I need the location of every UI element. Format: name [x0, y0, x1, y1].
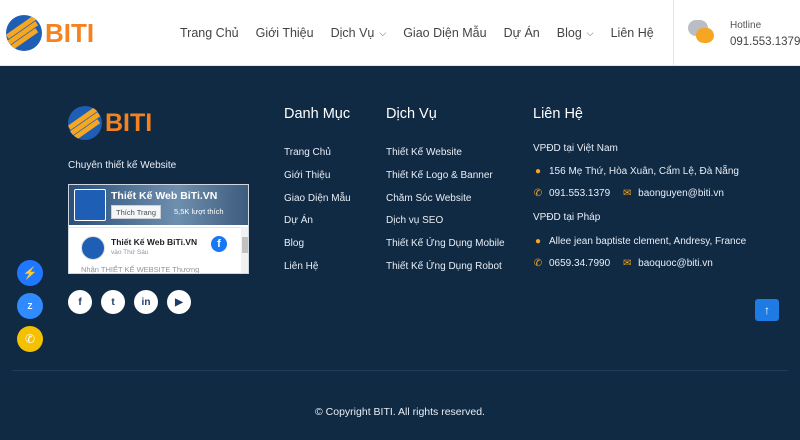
footer-tagline: Chuyên thiết kế Website [68, 160, 177, 171]
fb-post[interactable]: Thiết Kế Web BiTi.VN vào Thứ Sáu f Nhận … [69, 227, 241, 274]
chat-bubble-icon [688, 20, 716, 46]
logo-text: BITI [45, 17, 95, 48]
site-header: BITI Trang Chủ Giới Thiệu Dịch Vụ ⌵ Giao Diệ… [0, 0, 800, 66]
fb-like-page-button[interactable]: Thích Trang [111, 205, 162, 219]
danh-muc-title: Danh Mục [284, 106, 351, 122]
map-pin-icon: ● [534, 236, 542, 247]
fb-post-time: vào Thứ Sáu [111, 249, 149, 256]
fr-contact: ✆ 0659.34.7990 ✉ baoquoc@biti.vn [533, 258, 713, 269]
fr-address-text: Allee jean baptiste clement, Andresy, Fr… [549, 236, 747, 247]
facebook-page-widget[interactable]: Thiết Kế Web BiTi.VN Thích Trang 5,5K lư… [68, 184, 249, 274]
fr-office-heading: VPĐD tại Pháp [533, 212, 601, 223]
nav-item-2[interactable]: Dịch Vụ ⌵ [331, 26, 387, 40]
nav-item-4[interactable]: Dự Án [504, 26, 540, 40]
hotline-divider [673, 0, 674, 66]
phone-icon: ✆ [533, 258, 543, 269]
facebook-icon: f [211, 236, 227, 252]
fr-address: ● Allee jean baptiste clement, Andresy, … [533, 236, 746, 247]
fb-page-name[interactable]: Thiết Kế Web BiTi.VN [111, 190, 217, 202]
linkedin-icon[interactable]: in [134, 290, 158, 314]
dich-vu-link[interactable]: Thiết Kế Logo & Banner [386, 169, 505, 192]
footer-divider [12, 370, 788, 371]
danh-muc-link[interactable]: Liên Hệ [284, 260, 351, 283]
fb-cover-image: Thiết Kế Web BiTi.VN Thích Trang 5,5K lư… [69, 185, 248, 225]
messenger-float-button[interactable]: ⚡ [17, 260, 43, 286]
phone-icon: ✆ [533, 188, 543, 199]
mail-icon: ✉ [622, 258, 632, 269]
social-links: f t in ▶ [68, 290, 200, 314]
vn-office-heading: VPĐD tại Việt Nam [533, 143, 618, 154]
footer-logo[interactable]: BITI [68, 106, 152, 140]
messenger-icon: ⚡ [22, 266, 38, 280]
fb-like-count: 5,5K lượt thích [174, 207, 224, 216]
nav-item-0[interactable]: Trang Chủ [180, 26, 239, 40]
dich-vu-link[interactable]: Thiết Kế Website [386, 146, 505, 169]
nav-item-label: Dịch Vụ [330, 26, 375, 40]
nav-item-label: Trang Chủ [180, 26, 239, 40]
header-logo[interactable]: BITI [6, 13, 106, 53]
site-footer: BITI Chuyên thiết kế Website Thiết Kế We… [0, 66, 800, 440]
fb-page-avatar[interactable] [74, 189, 106, 221]
main-nav: Trang Chủ Giới Thiệu Dịch Vụ ⌵ Giao Diện Mẫu… [180, 0, 671, 66]
nav-item-5[interactable]: Blog ⌵ [557, 26, 594, 40]
danh-muc-link[interactable]: Giao Diện Mẫu [284, 192, 351, 215]
nav-item-1[interactable]: Giới Thiệu [256, 26, 314, 40]
nav-item-label: Giới Thiệu [255, 26, 314, 40]
copyright: © Copyright BITI. All rights reserved. [315, 406, 485, 418]
dich-vu-list: Thiết Kế Website Thiết Kế Logo & Banner Ch… [386, 146, 505, 283]
youtube-icon[interactable]: ▶ [167, 290, 191, 314]
scroll-to-top-button[interactable]: ↑ [755, 299, 779, 321]
zalo-icon: Z [27, 301, 33, 311]
vn-address: ● 156 Mẹ Thứ, Hòa Xuân, Cẩm Lệ, Đà Nẵng [533, 166, 739, 177]
chevron-down-icon: ⌵ [586, 27, 594, 38]
fb-widget-scrollbar[interactable] [241, 227, 248, 273]
nav-item-3[interactable]: Giao Diện Mẫu [403, 26, 486, 40]
danh-muc-link[interactable]: Trang Chủ [284, 146, 351, 169]
phone-icon: ✆ [24, 332, 36, 346]
vn-phone[interactable]: 091.553.1379 [549, 188, 610, 199]
twitter-icon[interactable]: t [101, 290, 125, 314]
hotline-number[interactable]: 091.553.1379 [730, 36, 800, 48]
mail-icon: ✉ [622, 188, 632, 199]
dich-vu-link[interactable]: Thiết Kế Ứng Dụng Mobile [386, 237, 505, 260]
fr-email[interactable]: baoquoc@biti.vn [638, 258, 713, 269]
fb-post-text: Nhận THIẾT KẾ WEBSITE Thương [81, 265, 200, 274]
vn-contact: ✆ 091.553.1379 ✉ baonguyen@biti.vn [533, 188, 724, 199]
vn-email[interactable]: baonguyen@biti.vn [638, 188, 724, 199]
dich-vu-title: Dịch Vụ [386, 106, 437, 122]
danh-muc-list: Trang Chủ Giới Thiệu Giao Diện Mẫu Dự Án Blo… [284, 146, 351, 283]
phone-float-button[interactable]: ✆ [17, 326, 43, 352]
danh-muc-link[interactable]: Giới Thiệu [284, 169, 351, 192]
biti-logo-icon [68, 106, 102, 140]
biti-logo-icon [6, 15, 42, 51]
fb-like-label: Thích Trang [116, 207, 157, 217]
hotline-label: Hotline [730, 20, 762, 31]
facebook-icon[interactable]: f [68, 290, 92, 314]
nav-item-label: Dự Án [503, 26, 540, 40]
lien-he-title: Liên Hệ [533, 106, 583, 122]
vn-address-text: 156 Mẹ Thứ, Hòa Xuân, Cẩm Lệ, Đà Nẵng [549, 166, 739, 177]
danh-muc-link[interactable]: Blog [284, 237, 351, 260]
zalo-float-button[interactable]: Z [17, 293, 43, 319]
dich-vu-link[interactable]: Chăm Sóc Website [386, 192, 505, 215]
nav-item-6[interactable]: Liên Hệ [611, 26, 654, 40]
fb-post-title[interactable]: Thiết Kế Web BiTi.VN [111, 237, 197, 247]
footer-logo-text: BITI [105, 108, 153, 137]
dich-vu-link[interactable]: Thiết Kế Ứng Dụng Robot [386, 260, 505, 283]
nav-item-label: Giao Diện Mẫu [403, 26, 487, 40]
nav-item-label: Blog [556, 26, 582, 40]
nav-item-label: Liên Hệ [610, 26, 654, 40]
danh-muc-link[interactable]: Dự Án [284, 214, 351, 237]
map-pin-icon: ● [534, 166, 542, 177]
fr-phone[interactable]: 0659.34.7990 [549, 258, 610, 269]
dich-vu-link[interactable]: Dịch vụ SEO [386, 214, 505, 237]
fb-post-avatar [81, 236, 105, 260]
arrow-up-icon: ↑ [764, 303, 770, 317]
chevron-down-icon: ⌵ [379, 27, 387, 38]
